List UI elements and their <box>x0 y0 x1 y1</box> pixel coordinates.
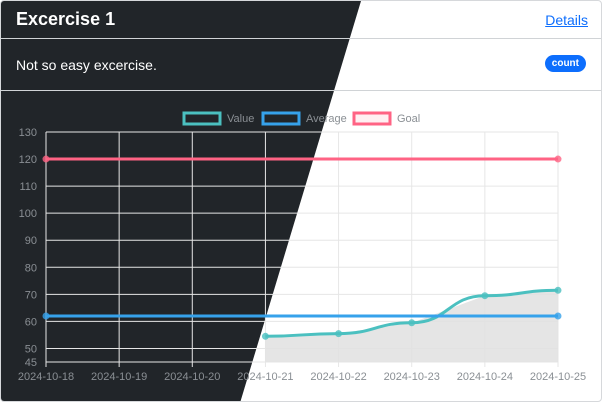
card-header: Excercise 1 Details <box>1 1 601 39</box>
x-tick-label: 2024-10-20 <box>164 371 220 383</box>
x-tick-label: 2024-10-25 <box>530 371 586 383</box>
details-link[interactable]: Details <box>545 12 588 28</box>
data-point-value <box>261 332 269 340</box>
exercise-chart: 45 50 60 70 80 90 100 110 120 130 2024-10-18 2024-1… <box>18 111 586 383</box>
data-point-average <box>554 312 562 320</box>
legend-swatch-value <box>182 111 222 126</box>
y-tick-label: 70 <box>25 289 37 301</box>
data-point-goal <box>42 155 50 163</box>
y-tick-label: 45 <box>25 357 37 369</box>
legend-swatch-goal <box>352 111 392 126</box>
x-tick-label: 2024-10-22 <box>310 371 366 383</box>
exercise-card: Excercise 1 Details Not so easy excercis… <box>0 0 602 402</box>
legend-label-value: Value <box>227 113 254 125</box>
card-title: Excercise 1 <box>16 9 116 29</box>
data-point-value <box>408 319 416 327</box>
y-tick-label: 50 <box>25 343 37 355</box>
legend-label-average: Average <box>306 113 347 125</box>
x-tick-label: 2024-10-19 <box>91 371 147 383</box>
data-point-value <box>554 286 562 294</box>
x-tick-label: 2024-10-21 <box>237 371 293 383</box>
data-point-average <box>42 312 50 320</box>
y-tick-label: 110 <box>19 181 37 193</box>
card-description-row: Not so easy excercise. count <box>1 39 601 91</box>
y-tick-label: 100 <box>19 208 37 220</box>
y-tick-label: 90 <box>25 235 37 247</box>
data-point-value <box>335 330 343 338</box>
y-tick-label: 60 <box>25 316 37 328</box>
x-tick-label: 2024-10-23 <box>384 371 440 383</box>
x-tick-label: 2024-10-24 <box>457 371 513 383</box>
y-tick-label: 130 <box>19 127 37 139</box>
data-point-value <box>481 292 489 300</box>
legend-label-goal: Goal <box>397 113 420 125</box>
data-point-goal <box>554 155 562 163</box>
y-tick-label: 80 <box>25 262 37 274</box>
card-description: Not so easy excercise. <box>16 57 157 73</box>
x-tick-label: 2024-10-18 <box>18 371 74 383</box>
y-tick-label: 120 <box>19 154 37 166</box>
legend-swatch-average <box>261 111 301 126</box>
count-badge: count <box>544 55 586 72</box>
